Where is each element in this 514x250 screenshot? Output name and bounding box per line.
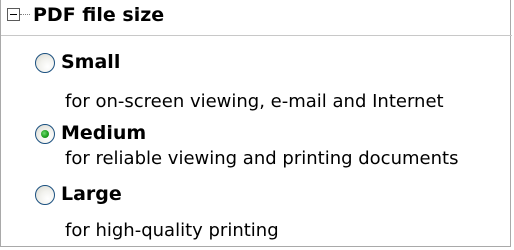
- radio-small[interactable]: [35, 53, 55, 73]
- option-small-label[interactable]: Small: [61, 50, 120, 74]
- section-title: PDF file size: [33, 4, 165, 26]
- radio-selected-dot-icon: [41, 130, 49, 138]
- radio-large[interactable]: [35, 185, 55, 205]
- tree-connector: [20, 14, 30, 15]
- radio-medium[interactable]: [35, 124, 55, 144]
- option-small-description: for on-screen viewing, e-mail and Intern…: [65, 91, 444, 112]
- collapse-toggle-icon[interactable]: [7, 8, 20, 21]
- section-header: PDF file size: [1, 0, 512, 36]
- option-large-description: for high-quality printing: [65, 220, 279, 241]
- option-medium-description: for reliable viewing and printing docume…: [65, 148, 459, 169]
- option-large-label[interactable]: Large: [61, 182, 122, 206]
- pdf-file-size-panel: PDF file size Small for on-screen viewin…: [0, 0, 512, 247]
- option-medium-label[interactable]: Medium: [61, 121, 146, 145]
